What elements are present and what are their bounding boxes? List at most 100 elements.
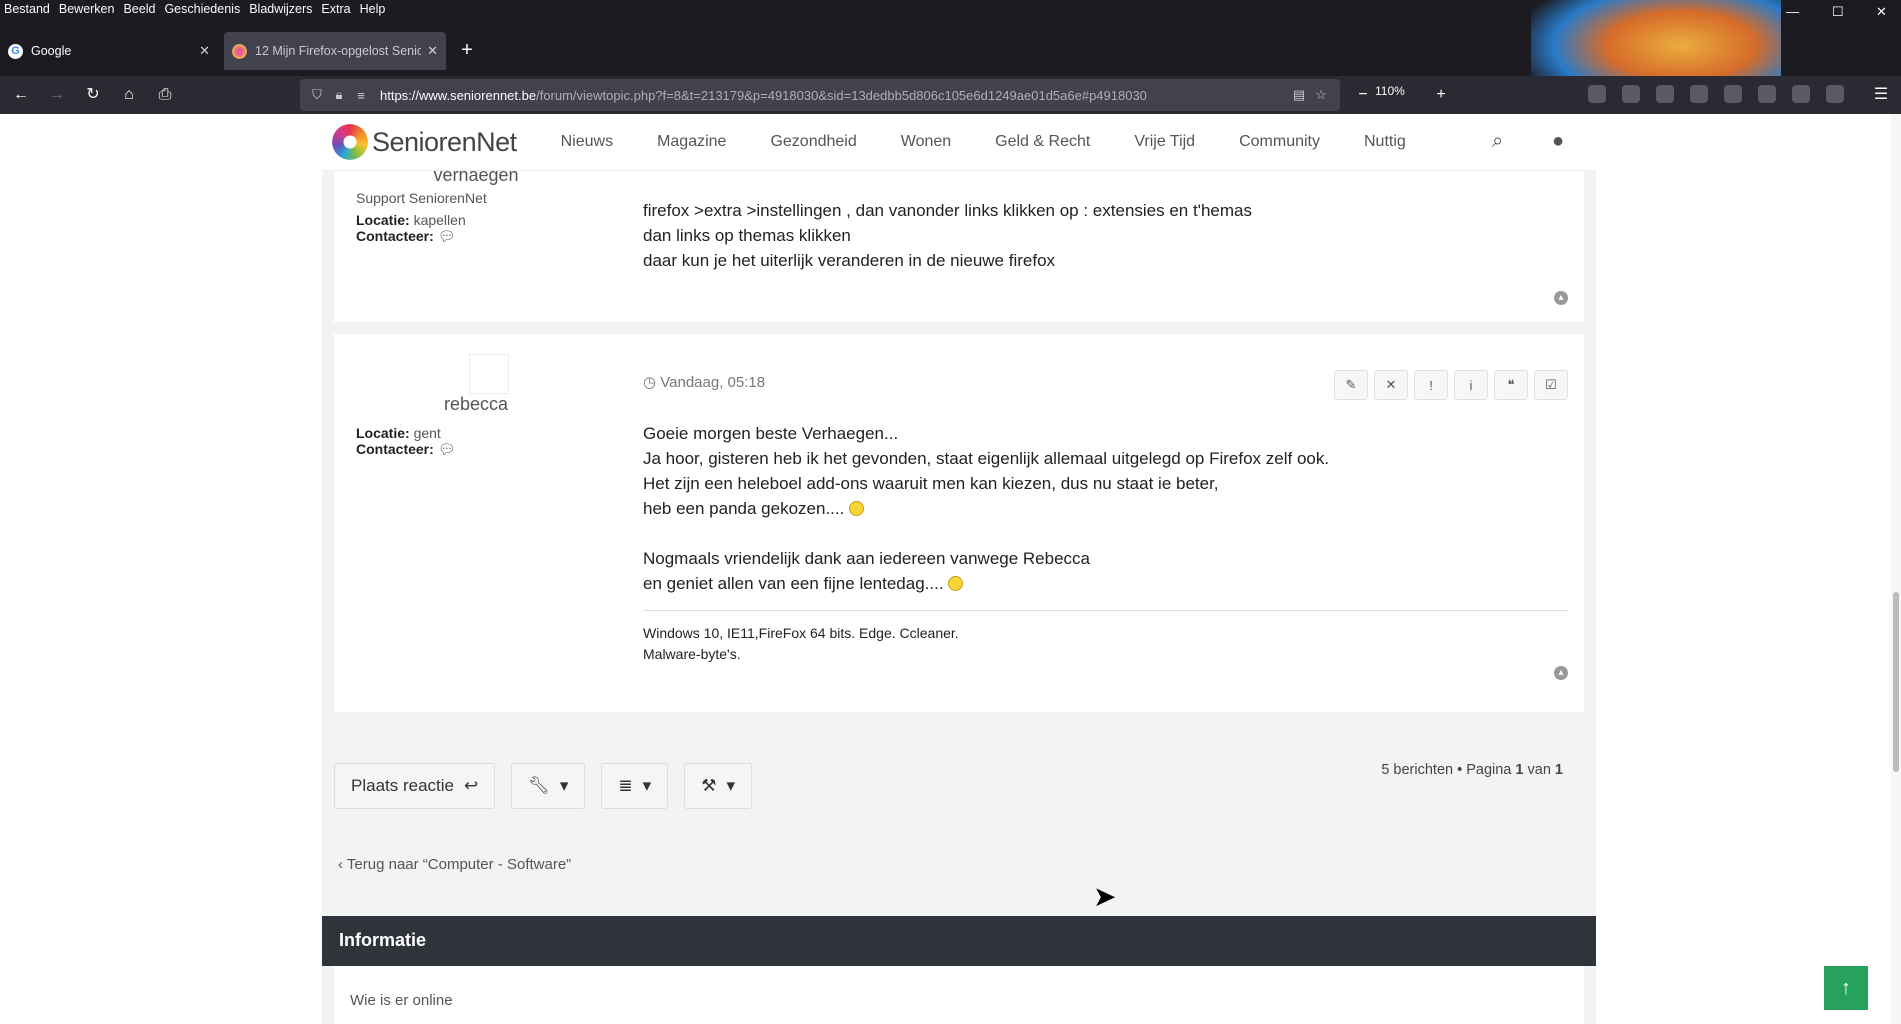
quote-icon[interactable]: ❝ [1494,370,1528,400]
scrollbar-thumb[interactable] [1893,592,1899,772]
extension-icon[interactable] [1792,85,1810,103]
location-label: Locatie: [356,425,410,441]
who-is-online[interactable]: Wie is er online [334,966,1584,1024]
menu-extra[interactable]: Extra [319,0,357,20]
url-bar[interactable]: ⛉ 🔒︎ ≡ https://www.seniorennet.be/forum/… [300,79,1340,111]
menu-bewerken[interactable]: Bewerken [57,0,122,20]
caret-down-icon: ▾ [559,776,569,795]
location-value: gent [413,425,441,441]
location-value: kapellen [413,212,466,228]
pocket-icon[interactable] [1588,85,1606,103]
minimize-icon[interactable]: — [1786,4,1799,19]
menu-beeld[interactable]: Beeld [121,0,162,20]
user-rank: Support SeniorenNet [356,190,487,206]
reply-arrow-icon: ↩ [464,776,479,795]
moderator-tools-button[interactable]: ⚒ ▾ [684,763,752,809]
post-author: rebecca Locatie: gent Contacteer: 💬︎ [356,394,596,458]
menu-bestand[interactable]: Bestand [2,0,57,20]
back-to-top-icon[interactable]: ▴ [1554,291,1568,305]
speech-bubble-icon[interactable]: 💬︎ [438,441,456,457]
tab-seniorennet[interactable]: 12 Mijn Firefox-opgelost Senior ✕ [224,32,446,70]
user-icon[interactable]: ● [1552,130,1564,153]
menu-bladwijzers[interactable]: Bladwijzers [247,0,319,20]
tab-close-icon[interactable]: ✕ [427,43,438,59]
smile-smiley-icon [948,576,964,591]
zoom-level[interactable]: 110% [1375,84,1405,98]
lock-icon[interactable]: 🔒︎ [328,87,350,103]
nav-gezondheid[interactable]: Gezondheid [748,133,878,151]
hamburger-menu-icon[interactable]: ☰ [1870,84,1892,106]
total-pages: 1 [1554,762,1563,778]
new-tab-button[interactable]: + [452,32,482,68]
window-close-icon[interactable]: ✕ [1876,4,1887,20]
username[interactable]: rebecca [356,394,596,415]
post-content: ◷ Vandaag, 05:18 Goeie morgen beste Verh… [643,370,1569,665]
forward-arrow-icon[interactable]: → [46,84,68,106]
nav-community[interactable]: Community [1217,133,1342,151]
caret-down-icon: ▾ [726,776,735,795]
sort-button[interactable]: ≣ ▾ [601,763,669,809]
url-path: /forum/viewtopic.php?f=8&t=213179&p=4918… [536,87,1147,103]
tab-title: 12 Mijn Firefox-opgelost Senior [255,44,422,58]
laughing-smiley-icon [849,501,865,516]
post-line: Nogmaals vriendelijk dank aan iedereen v… [643,549,1090,568]
post-author: verhaegen Support SeniorenNet Locatie: k… [356,165,596,245]
zoom-in-button[interactable]: + [1430,84,1452,106]
back-to-forum-link[interactable]: ‹ Terug naar “Computer - Software” [338,856,571,873]
extension-icon[interactable] [1826,85,1844,103]
logo-burst-icon [332,124,368,160]
maximize-icon[interactable]: ☐ [1832,4,1844,20]
sort-icon: ≣ [618,776,633,795]
post-line: en geniet allen van een fijne lentedag..… [643,574,944,593]
signature: Windows 10, IE11,FireFox 64 bits. Edge. … [643,610,1569,665]
site-header: SeniorenNet Nieuws Magazine Gezondheid W… [322,114,1596,171]
nav-magazine[interactable]: Magazine [635,133,748,151]
shield-icon[interactable]: ⛉ [306,87,328,103]
reader-view-icon[interactable]: ▤ [1288,87,1310,103]
reply-label: Plaats reactie [351,776,454,795]
avatar[interactable] [469,354,509,394]
report-icon[interactable]: ! [1414,370,1448,400]
topic-tools-button[interactable]: 🔧︎ ▾ [511,763,586,809]
edit-pencil-icon[interactable]: ✎ [1334,370,1368,400]
forum-post: verhaegen Support SeniorenNet Locatie: k… [334,165,1584,322]
home-icon[interactable]: ⌂ [118,84,140,106]
nav-geld-recht[interactable]: Geld & Recht [973,133,1112,151]
extension-icon[interactable] [1690,85,1708,103]
back-to-top-icon[interactable]: ▴ [1554,666,1568,680]
topic-action-bar: Plaats reactie ↩ 🔧︎ ▾ ≣ ▾ ⚒ ▾ [334,763,752,809]
mouse-cursor-icon: ➤ [1093,881,1117,912]
nav-nieuws[interactable]: Nieuws [539,133,635,151]
library-icon[interactable] [1622,85,1640,103]
adblock-icon[interactable] [1758,85,1776,103]
menu-geschiedenis[interactable]: Geschiedenis [162,0,247,20]
extension-icon[interactable] [1656,85,1674,103]
print-icon[interactable]: ⎙ [154,84,176,106]
permissions-icon[interactable]: ≡ [350,88,372,103]
scroll-to-top-button[interactable]: ↑ [1824,966,1868,1010]
tab-google[interactable]: G Google ✕ [0,32,218,70]
signature-line: Malware-byte's. [643,646,741,662]
zoom-out-button[interactable]: − [1352,84,1374,106]
extension-icon[interactable] [1724,85,1742,103]
page-scrollbar[interactable] [1891,114,1901,1024]
back-arrow-icon[interactable]: ← [10,84,32,106]
nav-nuttig[interactable]: Nuttig [1342,133,1428,151]
pagination-info: 5 berichten • Pagina 1 van 1 [1381,762,1563,778]
reload-icon[interactable]: ↻ [82,84,104,106]
info-icon[interactable]: i [1454,370,1488,400]
bookmark-star-icon[interactable]: ☆ [1310,87,1332,103]
tab-close-icon[interactable]: ✕ [199,43,210,59]
check-icon[interactable]: ☑ [1534,370,1568,400]
search-icon[interactable]: ⌕ [1492,130,1503,153]
menu-help[interactable]: Help [358,0,393,20]
delete-x-icon[interactable]: ✕ [1374,370,1408,400]
current-page: 1 [1515,762,1524,778]
post-line: dan links op themas klikken [643,226,851,245]
nav-vrije-tijd[interactable]: Vrije Tijd [1112,133,1217,151]
post-line: Ja hoor, gisteren heb ik het gevonden, s… [643,449,1330,468]
nav-wonen[interactable]: Wonen [879,133,973,151]
site-logo[interactable]: SeniorenNet [332,124,517,160]
speech-bubble-icon[interactable]: 💬︎ [438,228,456,244]
post-reply-button[interactable]: Plaats reactie ↩ [334,763,496,809]
